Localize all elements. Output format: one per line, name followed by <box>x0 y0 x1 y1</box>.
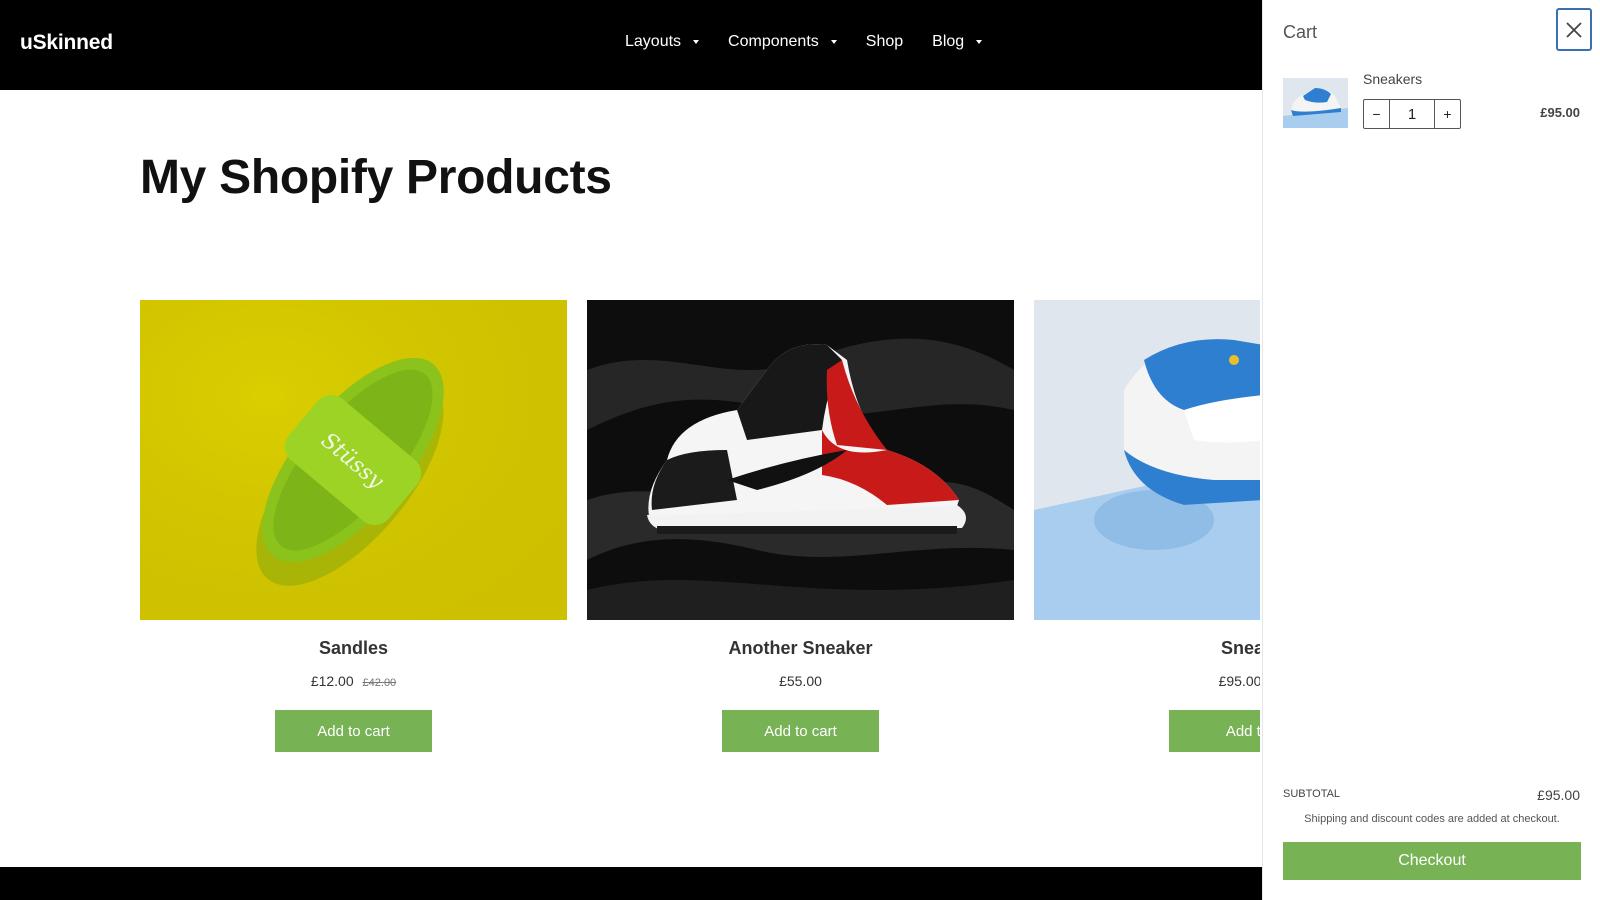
caret-down-icon <box>830 40 837 44</box>
product-name[interactable]: Sandles <box>140 638 567 660</box>
quantity-stepper: − + <box>1363 99 1461 129</box>
cart-item-name[interactable]: Sneakers <box>1363 71 1422 87</box>
product-image-sandles[interactable]: Stüssy <box>140 300 567 620</box>
product-price: £95.00 <box>1218 673 1260 689</box>
caret-down-icon <box>976 40 983 44</box>
sandal-image: Stüssy <box>140 300 567 620</box>
nav-item-label: Components <box>728 33 819 50</box>
product-old-price: £42.00 <box>362 677 397 689</box>
nav-item-components[interactable]: Components <box>728 33 837 51</box>
add-to-cart-button[interactable]: Add to cart <box>275 710 432 752</box>
close-cart-button[interactable] <box>1556 8 1592 51</box>
product-name[interactable]: Another Sneaker <box>587 638 1014 660</box>
sneaker-blue-image <box>1034 300 1260 620</box>
product-image-sneakers[interactable] <box>1034 300 1260 620</box>
nav-item-shop[interactable]: Shop <box>866 33 903 51</box>
add-to-cart-button[interactable]: Add to cart <box>722 710 879 752</box>
checkout-button[interactable]: Checkout <box>1283 842 1581 880</box>
nav-item-label: Shop <box>865 33 904 50</box>
shipping-note: Shipping and discount codes are added at… <box>1304 813 1560 825</box>
product-prices: £95.00 £ <box>1034 673 1260 691</box>
product-price: £55.00 <box>779 673 822 689</box>
product-prices: £55.00 <box>587 673 1014 691</box>
cart-item-price: £95.00 <box>1540 105 1580 120</box>
subtotal-value: £95.00 <box>1537 787 1580 803</box>
cart-item-thumbnail <box>1283 78 1348 128</box>
quantity-input[interactable] <box>1389 100 1435 128</box>
cart-title: Cart <box>1283 22 1318 42</box>
add-to-cart-button[interactable]: Add to <box>1169 710 1260 752</box>
quantity-increase-button[interactable]: + <box>1435 100 1460 128</box>
product-image-another-sneaker[interactable] <box>587 300 1014 620</box>
quantity-decrease-button[interactable]: − <box>1364 100 1389 128</box>
product-card: Stüssy Sandles £12.00 £42.00 Add to cart <box>140 300 567 752</box>
close-icon <box>1566 21 1582 38</box>
product-name[interactable]: Sneak <box>1034 638 1260 660</box>
sneaker-thumbnail-image <box>1283 78 1348 128</box>
main-nav: Layouts Components Shop Blog <box>625 33 1011 51</box>
caret-down-icon <box>693 40 700 44</box>
subtotal-label: SUBTOTAL <box>1283 788 1341 800</box>
cart-drawer: Cart Sneakers − + £95.00 SUBTOTAL £95.00… <box>1262 0 1600 900</box>
nav-item-label: Blog <box>932 33 965 50</box>
nav-item-blog[interactable]: Blog <box>932 33 983 51</box>
nav-item-layouts[interactable]: Layouts <box>625 33 700 51</box>
site-logo[interactable]: uSkinned <box>20 31 113 55</box>
product-card: Another Sneaker £55.00 Add to cart <box>587 300 1014 752</box>
product-grid: Stüssy Sandles £12.00 £42.00 Add to cart <box>140 300 1260 760</box>
product-price: £12.00 <box>310 673 354 689</box>
product-card: Sneak £95.00 £ Add to <box>1034 300 1260 752</box>
sneaker-red-image <box>587 300 1014 620</box>
product-prices: £12.00 £42.00 <box>140 673 567 691</box>
nav-item-label: Layouts <box>625 33 682 50</box>
page-title: My Shopify Products <box>140 151 612 204</box>
